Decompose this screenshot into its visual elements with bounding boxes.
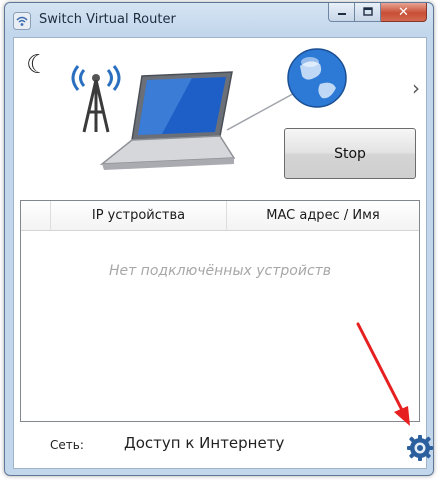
minimize-icon [337, 13, 346, 15]
empty-table-message: Нет подключённых устройств [108, 263, 332, 279]
window-title: Switch Virtual Router [39, 12, 176, 27]
network-status-label: Сеть: [50, 438, 84, 452]
device-table[interactable]: IP устройства MAC адрес / Имя Нет подклю… [20, 200, 420, 422]
close-button[interactable]: ✕ [381, 3, 427, 22]
globe-icon [287, 48, 347, 108]
moon-icon[interactable]: ☾ [26, 52, 49, 78]
table-header: IP устройства MAC адрес / Имя [21, 201, 419, 231]
laptop-icon [99, 71, 236, 170]
next-page-arrow[interactable]: › [412, 76, 420, 100]
column-header-mac[interactable]: MAC адрес / Имя [227, 201, 419, 230]
gear-icon[interactable] [406, 434, 434, 462]
app-window: Switch Virtual Router ✕ ☾ › Stop IP устр… [4, 2, 434, 476]
maximize-icon [362, 7, 373, 16]
stop-button[interactable]: Stop [284, 128, 416, 179]
wifi-icon [13, 12, 31, 30]
maximize-button[interactable] [355, 3, 381, 22]
screen: Switch Virtual Router ✕ ☾ › Stop IP устр… [0, 0, 438, 481]
client-area: ☾ › Stop IP устройства MAC адрес / Имя Н… [13, 37, 433, 469]
antenna-icon [71, 65, 121, 133]
close-icon: ✕ [398, 4, 409, 20]
window-controls: ✕ [328, 3, 427, 23]
network-status-value: Доступ к Интернету [124, 434, 285, 452]
titlebar[interactable]: Switch Virtual Router ✕ [5, 3, 433, 37]
connection-line [226, 89, 301, 131]
column-header-ip[interactable]: IP устройства [51, 201, 227, 230]
column-header-select[interactable] [21, 201, 51, 230]
minimize-button[interactable] [328, 3, 355, 22]
